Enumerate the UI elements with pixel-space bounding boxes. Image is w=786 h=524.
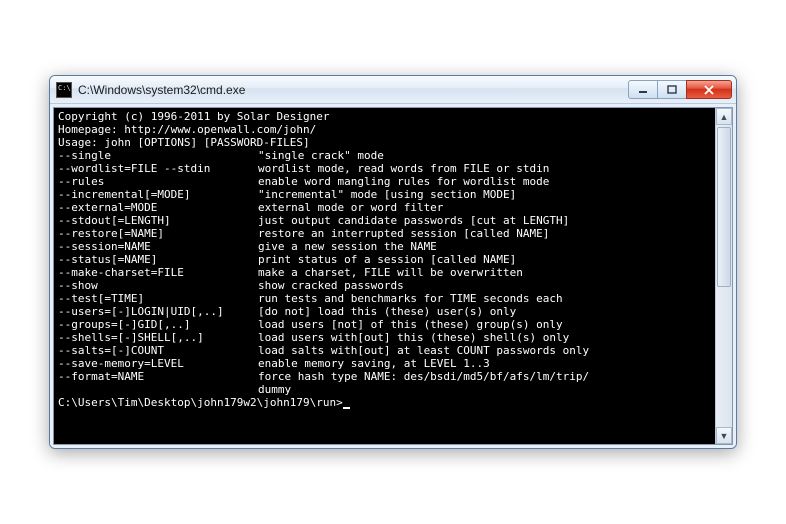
option-line: --rulesenable word mangling rules for wo…: [58, 175, 713, 188]
scroll-thumb[interactable]: [717, 127, 731, 287]
option-line: --shells=[-]SHELL[,..]load users with[ou…: [58, 331, 713, 344]
option-flag: --restore[=NAME]: [58, 227, 258, 240]
option-description: give a new session the NAME: [258, 240, 437, 253]
option-description: make a charset, FILE will be overwritten: [258, 266, 523, 279]
option-flag: --stdout[=LENGTH]: [58, 214, 258, 227]
option-line: --incremental[=MODE]"incremental" mode […: [58, 188, 713, 201]
option-line: --status[=NAME]print status of a session…: [58, 253, 713, 266]
option-line: --single"single crack" mode: [58, 149, 713, 162]
option-line: --external=MODEexternal mode or word fil…: [58, 201, 713, 214]
option-flag: --wordlist=FILE --stdin: [58, 162, 258, 175]
option-flag: --show: [58, 279, 258, 292]
prompt[interactable]: C:\Users\Tim\Desktop\john179w2\john179\r…: [58, 396, 343, 409]
option-description: dummy: [258, 383, 291, 396]
option-flag: --format=NAME: [58, 370, 258, 383]
option-line: --groups=[-]GID[,..]load users [not] of …: [58, 318, 713, 331]
option-line: dummy: [58, 383, 713, 396]
option-line: --test[=TIME]run tests and benchmarks fo…: [58, 292, 713, 305]
option-description: load users [not] of this (these) group(s…: [258, 318, 563, 331]
option-flag: --single: [58, 149, 258, 162]
option-flag: --test[=TIME]: [58, 292, 258, 305]
cmd-window: C:\Windows\system32\cmd.exe Copyright (c…: [49, 75, 737, 449]
terminal-line: Copyright (c) 1996-2011 by Solar Designe…: [58, 110, 713, 123]
option-line: --format=NAMEforce hash type NAME: des/b…: [58, 370, 713, 383]
option-flag: --external=MODE: [58, 201, 258, 214]
option-description: show cracked passwords: [258, 279, 404, 292]
vertical-scrollbar[interactable]: ▲ ▼: [715, 108, 732, 444]
option-description: wordlist mode, read words from FILE or s…: [258, 162, 549, 175]
option-description: "single crack" mode: [258, 149, 384, 162]
option-flag: --groups=[-]GID[,..]: [58, 318, 258, 331]
option-description: external mode or word filter: [258, 201, 443, 214]
option-description: print status of a session [called NAME]: [258, 253, 516, 266]
window-controls: [629, 80, 732, 99]
titlebar[interactable]: C:\Windows\system32\cmd.exe: [50, 76, 736, 104]
option-description: just output candidate passwords [cut at …: [258, 214, 569, 227]
option-line: --save-memory=LEVELenable memory saving,…: [58, 357, 713, 370]
client-area: Copyright (c) 1996-2011 by Solar Designe…: [50, 104, 736, 448]
option-flag: --shells=[-]SHELL[,..]: [58, 331, 258, 344]
window-title: C:\Windows\system32\cmd.exe: [78, 83, 623, 97]
minimize-button[interactable]: [628, 80, 658, 99]
terminal-line: Usage: john [OPTIONS] [PASSWORD-FILES]: [58, 136, 713, 149]
option-description: load users with[out] this (these) shell(…: [258, 331, 569, 344]
option-description: load salts with[out] at least COUNT pass…: [258, 344, 589, 357]
option-line: --make-charset=FILEmake a charset, FILE …: [58, 266, 713, 279]
option-description: [do not] load this (these) user(s) only: [258, 305, 516, 318]
option-description: enable memory saving, at LEVEL 1..3: [258, 357, 490, 370]
terminal-line: Homepage: http://www.openwall.com/john/: [58, 123, 713, 136]
scroll-down-button[interactable]: ▼: [716, 427, 732, 444]
option-line: --restore[=NAME]restore an interrupted s…: [58, 227, 713, 240]
cmd-icon: [56, 82, 72, 98]
scroll-up-button[interactable]: ▲: [716, 108, 732, 125]
option-flag: --users=[-]LOGIN|UID[,..]: [58, 305, 258, 318]
option-flag: --session=NAME: [58, 240, 258, 253]
option-line: --users=[-]LOGIN|UID[,..][do not] load t…: [58, 305, 713, 318]
option-flag: --incremental[=MODE]: [58, 188, 258, 201]
terminal-output[interactable]: Copyright (c) 1996-2011 by Solar Designe…: [54, 108, 715, 444]
option-line: --wordlist=FILE --stdinwordlist mode, re…: [58, 162, 713, 175]
option-line: --stdout[=LENGTH]just output candidate p…: [58, 214, 713, 227]
option-description: run tests and benchmarks for TIME second…: [258, 292, 563, 305]
option-description: enable word mangling rules for wordlist …: [258, 175, 549, 188]
option-description: "incremental" mode [using section MODE]: [258, 188, 516, 201]
terminal-frame: Copyright (c) 1996-2011 by Solar Designe…: [53, 107, 733, 445]
option-flag: --status[=NAME]: [58, 253, 258, 266]
option-flag: --make-charset=FILE: [58, 266, 258, 279]
option-line: --showshow cracked passwords: [58, 279, 713, 292]
cursor: [343, 398, 350, 409]
maximize-button[interactable]: [657, 80, 687, 99]
option-line: --session=NAMEgive a new session the NAM…: [58, 240, 713, 253]
close-button[interactable]: [686, 80, 732, 99]
option-flag: --salts=[-]COUNT: [58, 344, 258, 357]
option-description: force hash type NAME: des/bsdi/md5/bf/af…: [258, 370, 589, 383]
option-description: restore an interrupted session [called N…: [258, 227, 549, 240]
scroll-track[interactable]: [716, 125, 732, 427]
option-flag: --rules: [58, 175, 258, 188]
option-flag: --save-memory=LEVEL: [58, 357, 258, 370]
option-line: --salts=[-]COUNTload salts with[out] at …: [58, 344, 713, 357]
